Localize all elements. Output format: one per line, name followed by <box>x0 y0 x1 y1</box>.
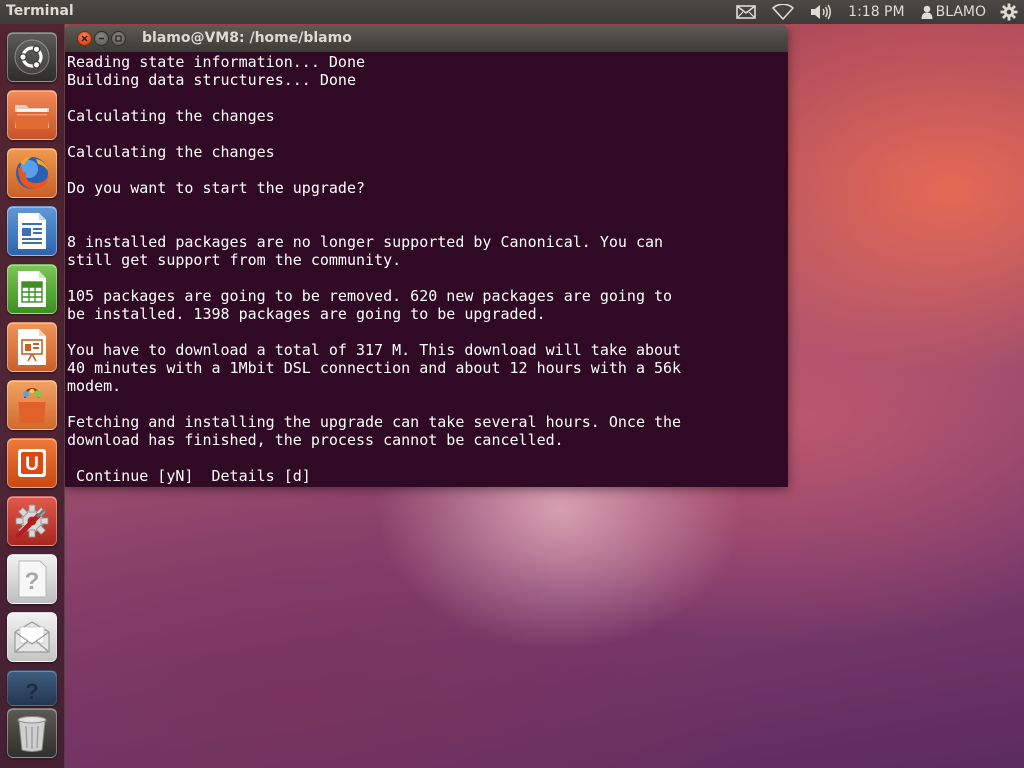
close-icon <box>81 35 88 42</box>
indicator-area: 1:18 PM BLAMO <box>728 0 1024 24</box>
terminal-line: Building data structures... Done <box>67 71 356 89</box>
launcher-mail-app[interactable] <box>7 612 57 662</box>
minimize-icon <box>99 37 104 40</box>
terminal-window[interactable]: blamo@VM8: /home/blamo Reading state inf… <box>65 25 788 487</box>
question-icon: ? <box>18 560 47 598</box>
terminal-line: Reading state information... Done <box>67 53 366 71</box>
launcher-trash[interactable] <box>7 708 57 758</box>
terminal-line: download has finished, the process canno… <box>67 431 564 449</box>
terminal-line: Continue [yN] Details [d] <box>67 467 311 485</box>
terminal-line: Fetching and installing the upgrade can … <box>67 413 682 431</box>
launcher: U ? ? <box>0 24 65 768</box>
terminal-line: Calculating the changes <box>67 143 275 161</box>
mail-icon[interactable] <box>728 0 764 24</box>
window-minimize-button[interactable] <box>94 31 109 46</box>
ubuntu-one-glyph: U <box>25 454 39 475</box>
question-icon: ? <box>25 679 38 703</box>
folder-icon <box>14 105 50 129</box>
settings-icon <box>15 504 49 539</box>
terminal-line: You have to download a total of 317 M. T… <box>67 341 682 359</box>
clock-label: 1:18 PM <box>848 4 905 20</box>
launcher-firefox[interactable] <box>7 148 57 198</box>
clock[interactable]: 1:18 PM <box>840 0 912 24</box>
help-glyph: ? <box>25 568 40 595</box>
terminal-line: be installed. 1398 packages are going to… <box>67 305 546 323</box>
launcher-help-faded[interactable]: ? <box>7 670 57 706</box>
launcher-libreoffice-impress[interactable] <box>7 322 57 372</box>
window-titlebar[interactable]: blamo@VM8: /home/blamo <box>65 25 788 52</box>
terminal-output[interactable]: Reading state information... Done Buildin… <box>65 52 788 487</box>
launcher-system-settings[interactable] <box>7 496 57 546</box>
user-name-label: BLAMO <box>935 4 986 20</box>
launcher-ubuntu-one[interactable]: U <box>7 438 57 488</box>
gear-icon[interactable] <box>994 0 1024 24</box>
calc-icon <box>18 271 46 307</box>
terminal-line: Calculating the changes <box>67 107 275 125</box>
terminal-line: 105 packages are going to be removed. 62… <box>67 287 673 305</box>
launcher-software-center[interactable] <box>7 380 57 430</box>
ubuntu-logo-icon <box>14 39 50 75</box>
app-menu-title[interactable]: Terminal <box>6 3 74 19</box>
terminal-text: Reading state information... Done Buildin… <box>67 53 788 485</box>
trash-icon <box>17 716 47 752</box>
launcher-help[interactable]: ? <box>7 554 57 604</box>
terminal-line: modem. <box>67 377 122 395</box>
terminal-line: Do you want to start the upgrade? <box>67 179 366 197</box>
ubuntu-one-icon: U <box>18 449 46 477</box>
wifi-icon[interactable] <box>764 0 802 24</box>
shopping-bag-icon <box>18 387 46 423</box>
impress-icon <box>18 329 46 365</box>
terminal-line: 40 minutes with a 1Mbit DSL connection a… <box>67 359 682 377</box>
terminal-line: still get support from the community. <box>67 251 402 269</box>
help-faded-glyph: ? <box>25 679 38 703</box>
writer-icon <box>18 213 46 249</box>
volume-icon[interactable] <box>802 0 840 24</box>
launcher-libreoffice-calc[interactable] <box>7 264 57 314</box>
top-panel: Terminal 1:18 PM BLAMO <box>0 0 1024 24</box>
firefox-icon <box>16 157 49 189</box>
envelope-icon <box>14 621 50 653</box>
user-icon <box>921 5 933 19</box>
window-close-button[interactable] <box>77 31 92 46</box>
desktop-wallpaper: Terminal 1:18 PM BLAMO U ? ? blamo@VM8: … <box>0 0 1024 768</box>
launcher-home-folder[interactable] <box>7 90 57 140</box>
user-menu[interactable]: BLAMO <box>913 0 994 24</box>
window-title: blamo@VM8: /home/blamo <box>142 30 352 46</box>
launcher-dash-home[interactable] <box>7 32 57 82</box>
terminal-line: 8 installed packages are no longer suppo… <box>67 233 664 251</box>
window-maximize-button[interactable] <box>111 31 126 46</box>
maximize-icon <box>115 35 122 42</box>
launcher-libreoffice-writer[interactable] <box>7 206 57 256</box>
